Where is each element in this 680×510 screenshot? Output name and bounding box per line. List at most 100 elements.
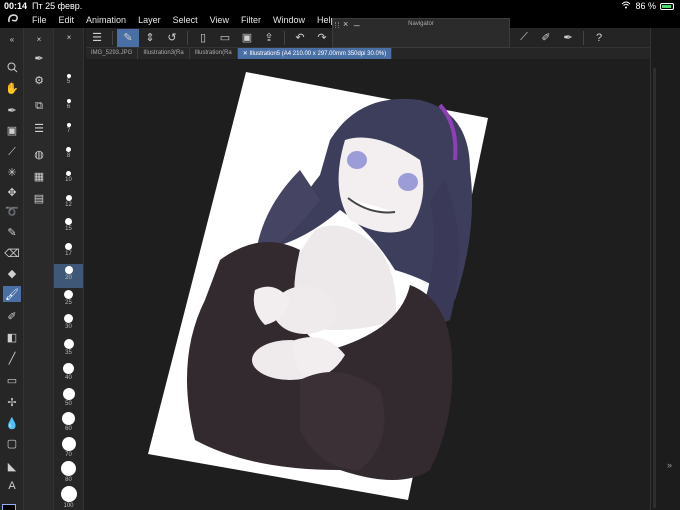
right-palette-strip: » bbox=[650, 28, 680, 510]
brush-size-label: 35 bbox=[65, 349, 72, 356]
help-icon[interactable]: ? bbox=[588, 29, 610, 47]
brush-size-item[interactable]: 25 bbox=[54, 289, 83, 313]
brush-size-item[interactable]: 12 bbox=[54, 191, 83, 215]
brush-size-item[interactable]: 20 bbox=[54, 264, 83, 288]
artwork-canvas[interactable] bbox=[86, 59, 650, 510]
color-set-icon[interactable]: ▦ bbox=[29, 168, 49, 184]
left-palette-strip: « ✋ ✒ ▣ ⟋ ✳ ✥ ➰ ✎ ⌫ ◆ 🖌 ✐ ◧ ╱ ▭ ✢ 💧 ▢ ◣ … bbox=[0, 28, 24, 510]
brush-size-item[interactable]: 35 bbox=[54, 338, 83, 362]
hand-icon[interactable]: ✋ bbox=[3, 80, 21, 96]
new-file-icon[interactable]: ▯ bbox=[192, 29, 214, 47]
collapse-icon[interactable]: × bbox=[29, 31, 49, 47]
zoom-icon[interactable] bbox=[3, 59, 21, 75]
brush-size-item[interactable]: 50 bbox=[54, 387, 83, 411]
menu-file[interactable]: File bbox=[26, 15, 53, 25]
brush-size-item[interactable]: 6 bbox=[54, 93, 83, 117]
brush-mode-icon[interactable]: ✎ bbox=[117, 28, 139, 47]
collapse-arrows-icon[interactable]: » bbox=[667, 460, 672, 470]
brush-settings-icon[interactable]: ⚙ bbox=[29, 72, 49, 88]
open-folder-icon[interactable]: ▭ bbox=[214, 29, 236, 47]
brush-size-label: 10 bbox=[65, 177, 72, 183]
brush-subtool-icon[interactable]: ✒ bbox=[29, 50, 49, 66]
ruler-icon[interactable]: ▭ bbox=[3, 372, 21, 388]
undo-alt-icon[interactable]: ↺ bbox=[161, 29, 183, 47]
brush-size-item[interactable]: 8 bbox=[54, 142, 83, 166]
menu-layer[interactable]: Layer bbox=[132, 15, 167, 25]
fill-icon[interactable]: ◆ bbox=[3, 265, 21, 281]
brush-size-item[interactable]: 70 bbox=[54, 436, 83, 460]
brush-size-dot bbox=[65, 218, 72, 225]
tab-illustration3[interactable]: Illustration3(Ra bbox=[138, 48, 190, 59]
divider bbox=[583, 30, 584, 45]
divider bbox=[112, 30, 113, 45]
clip-studio-logo-icon[interactable] bbox=[0, 13, 26, 27]
brush-size-item[interactable]: 5 bbox=[54, 68, 83, 92]
brush-size-item[interactable]: 10 bbox=[54, 166, 83, 190]
brush-size-label: 7 bbox=[66, 128, 71, 134]
divider bbox=[284, 30, 285, 45]
chevron-updown-icon[interactable]: ⇕ bbox=[139, 29, 161, 47]
ink-pen-icon[interactable]: ✒ bbox=[557, 29, 579, 47]
menu-view[interactable]: View bbox=[204, 15, 235, 25]
brush-tool-icon[interactable]: 🖌 bbox=[3, 286, 21, 302]
menu-window[interactable]: Window bbox=[267, 15, 311, 25]
brush-size-item[interactable]: 17 bbox=[54, 240, 83, 264]
pen-tool-icon[interactable]: ✒ bbox=[3, 102, 21, 118]
brush-size-dot bbox=[64, 314, 73, 323]
material-icon[interactable]: ▤ bbox=[29, 190, 49, 206]
brush-size-item[interactable]: 100 bbox=[54, 485, 83, 509]
line-icon[interactable]: ╱ bbox=[3, 350, 21, 366]
tab-illustration[interactable]: Illustration(Ra bbox=[190, 48, 238, 59]
menu-icon[interactable]: ☰ bbox=[86, 29, 108, 47]
brush-size-dot bbox=[60, 485, 77, 502]
brush-pen-icon[interactable]: ✐ bbox=[535, 29, 557, 47]
scrollbar[interactable] bbox=[653, 68, 656, 508]
brush-size-palette: × 5 6 7 8 10 12 15 17 20 25 30 35 40 50 60 70 80 100 bbox=[54, 28, 84, 510]
save-icon[interactable]: ▣ bbox=[236, 29, 258, 47]
brush-size-item[interactable]: 80 bbox=[54, 460, 83, 484]
status-bar: 00:14 Пт 25 февр. 86 % bbox=[0, 0, 680, 12]
brush-size-dot bbox=[64, 266, 73, 274]
tab-illustration5[interactable]: ✕ Illustration5 (A4 210.00 x 297.00mm 35… bbox=[237, 48, 393, 59]
rect-icon[interactable]: ▢ bbox=[3, 435, 21, 451]
menu-filter[interactable]: Filter bbox=[235, 15, 267, 25]
gradient-icon[interactable]: ◧ bbox=[3, 329, 21, 345]
menu-select[interactable]: Select bbox=[167, 15, 204, 25]
undo-icon[interactable]: ↶ bbox=[289, 29, 311, 47]
canvas-area[interactable] bbox=[86, 59, 650, 510]
menu-animation[interactable]: Animation bbox=[80, 15, 132, 25]
sparkle-icon[interactable]: ✳ bbox=[3, 164, 21, 180]
menu-edit[interactable]: Edit bbox=[53, 15, 81, 25]
color-wheel-icon[interactable]: ◍ bbox=[29, 146, 49, 162]
tab-label: Illustration5 (A4 210.00 x 297.00mm 350d… bbox=[249, 51, 387, 57]
airbrush-icon[interactable]: ✐ bbox=[3, 308, 21, 324]
lasso-icon[interactable]: ➰ bbox=[3, 203, 21, 219]
pencil-icon[interactable]: ✎ bbox=[3, 224, 21, 240]
brush-size-label: 40 bbox=[65, 375, 72, 381]
tab-img-5293[interactable]: IMG_5293.JPG bbox=[86, 48, 139, 59]
transform-icon[interactable]: ✢ bbox=[3, 394, 21, 410]
brush-size-item[interactable]: 40 bbox=[54, 362, 83, 386]
frame-icon[interactable]: ▣ bbox=[3, 122, 21, 138]
brush-size-item[interactable]: 15 bbox=[54, 215, 83, 239]
brush-size-dot bbox=[62, 387, 75, 400]
export-icon[interactable]: ⇪ bbox=[258, 29, 280, 47]
brush-size-label: 80 bbox=[65, 477, 72, 483]
brush-size-item[interactable]: 30 bbox=[54, 313, 83, 337]
ruler-pen-icon[interactable]: ⟋ bbox=[513, 29, 535, 47]
move-icon[interactable]: ✥ bbox=[3, 184, 21, 200]
eraser-icon[interactable]: ⌫ bbox=[3, 245, 21, 261]
text-icon[interactable]: A bbox=[3, 478, 21, 494]
brush-size-label: 70 bbox=[65, 451, 72, 458]
layers-icon[interactable]: ⧉ bbox=[29, 98, 49, 114]
eyedropper-icon[interactable]: ⟋ bbox=[3, 144, 21, 160]
water-icon[interactable]: 💧 bbox=[3, 415, 21, 431]
collapse-arrows-icon[interactable]: « bbox=[3, 31, 21, 47]
triangle-icon[interactable]: ◣ bbox=[3, 458, 21, 474]
brush-size-item[interactable]: 7 bbox=[54, 117, 83, 141]
main-color-swatch[interactable] bbox=[2, 504, 16, 510]
brush-size-item[interactable]: 60 bbox=[54, 411, 83, 435]
layers-stack-icon[interactable]: ☰ bbox=[29, 120, 49, 136]
redo-icon[interactable]: ↷ bbox=[311, 29, 333, 47]
close-icon[interactable]: × bbox=[59, 29, 79, 45]
